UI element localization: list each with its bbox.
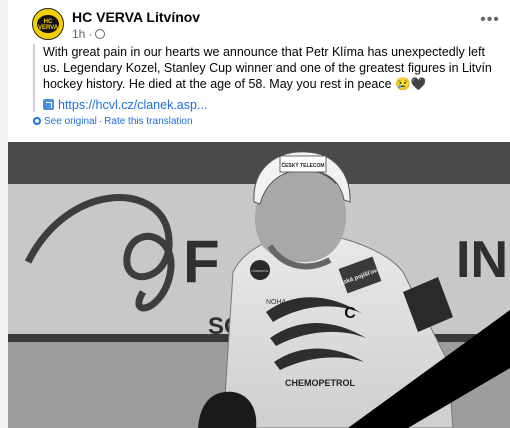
captain-letter: C bbox=[344, 305, 356, 322]
post-meta: 1h · bbox=[72, 27, 106, 41]
gear-icon bbox=[33, 117, 41, 125]
shoulder-badge-text: UNIPETROL bbox=[251, 269, 269, 273]
see-original-link[interactable]: See original bbox=[44, 116, 97, 127]
jersey-sponsor-text: CHEMOPETROL bbox=[285, 378, 356, 388]
page-avatar[interactable]: HC VERVA bbox=[32, 8, 64, 40]
rate-translation-link[interactable]: Rate this translation bbox=[104, 116, 192, 127]
board-text-f: F bbox=[183, 228, 220, 295]
page-name-link[interactable]: HC VERVA Litvínov bbox=[72, 9, 200, 25]
translation-actions: See original · Rate this translation bbox=[33, 116, 193, 127]
post-card: HC VERVA HC VERVA Litvínov 1h · ••• With … bbox=[8, 0, 510, 428]
photo-illustration: F SO IN ČESKÝ TELECOM CHEMOPETROL NOHA č… bbox=[8, 142, 510, 428]
logo-text: HC VERVA bbox=[37, 19, 59, 31]
helmet-sponsor-text: ČESKÝ TELECOM bbox=[281, 162, 324, 169]
meta-separator: · bbox=[88, 27, 93, 41]
board-text-in: IN bbox=[456, 231, 508, 289]
post-link[interactable]: https://hcvl.cz/clanek.asp... bbox=[58, 98, 207, 112]
jersey-monogram: NOHA bbox=[266, 299, 287, 306]
translated-post-body: With great pain in our hearts we announc… bbox=[33, 44, 503, 112]
globe-icon bbox=[95, 29, 106, 39]
post-timestamp[interactable]: 1h bbox=[72, 27, 85, 41]
action-separator: · bbox=[98, 116, 103, 127]
external-link-icon bbox=[43, 99, 54, 110]
link-row[interactable]: https://hcvl.cz/clanek.asp... bbox=[43, 98, 503, 112]
post-text: With great pain in our hearts we announc… bbox=[43, 45, 492, 91]
post-photo[interactable]: F SO IN ČESKÝ TELECOM CHEMOPETROL NOHA č… bbox=[8, 142, 510, 428]
more-options-icon[interactable]: ••• bbox=[478, 8, 502, 32]
